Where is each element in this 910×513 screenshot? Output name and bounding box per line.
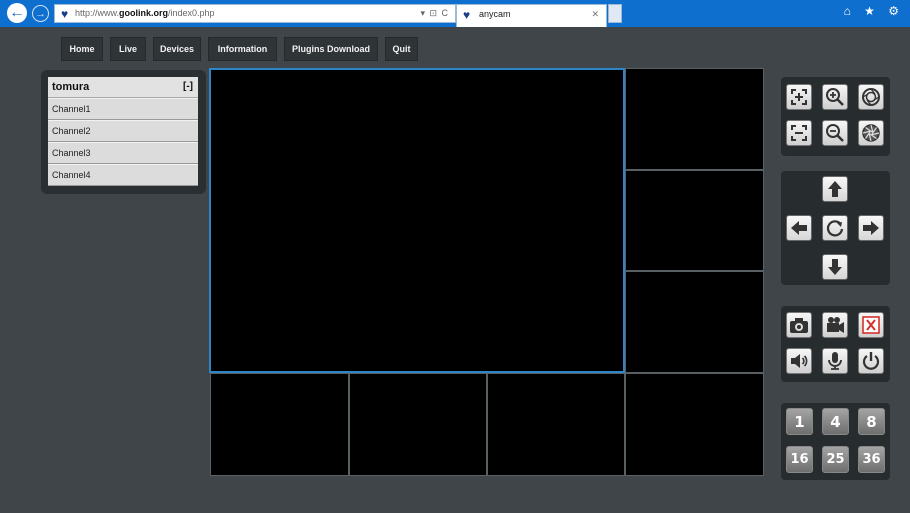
zoom-out-button[interactable] xyxy=(822,120,848,146)
microphone-icon xyxy=(828,352,842,370)
device-header[interactable]: tomura [-] xyxy=(48,77,198,98)
layout-8-button[interactable]: 8 xyxy=(858,408,885,435)
power-button[interactable] xyxy=(858,348,884,374)
channel-item-2[interactable]: Channel2 xyxy=(48,120,198,142)
video-camera-icon xyxy=(827,317,844,333)
video-viewport-5[interactable] xyxy=(210,373,349,476)
address-url: http://www.goolink.org/index0.php xyxy=(75,8,215,18)
zoom-out-icon xyxy=(826,124,844,142)
address-controls[interactable]: ▾ ⊡ C xyxy=(420,5,449,22)
up-arrow-icon xyxy=(828,181,842,197)
speaker-icon xyxy=(791,354,808,368)
tab-favicon-icon: ♥ xyxy=(463,8,471,22)
video-viewport-8[interactable] xyxy=(625,373,764,476)
layout-25-button[interactable]: 25 xyxy=(822,446,849,473)
browser-tools-icons[interactable]: ⌂ ★ ⚙ xyxy=(844,4,904,18)
ptz-reset-button[interactable] xyxy=(822,215,848,241)
focus-minus-button[interactable] xyxy=(786,120,812,146)
browser-toolbar: ← → ♥ http://www.goolink.org/index0.php … xyxy=(0,0,910,27)
browser-tab[interactable]: ♥ anycam ✕ xyxy=(456,4,607,27)
pan-right-button[interactable] xyxy=(858,215,884,241)
lens-control-panel xyxy=(781,77,890,156)
camera-icon xyxy=(790,318,808,333)
zoom-in-button[interactable] xyxy=(822,84,848,110)
menu-devices-button[interactable]: Devices xyxy=(153,37,201,61)
right-arrow-icon xyxy=(863,221,879,235)
menu-quit-button[interactable]: Quit xyxy=(385,37,418,61)
forward-arrow-icon: → xyxy=(35,7,46,20)
pan-left-button[interactable] xyxy=(786,215,812,241)
talk-button[interactable] xyxy=(822,348,848,374)
layout-1-button[interactable]: 1 xyxy=(786,408,813,435)
focus-plus-icon xyxy=(791,89,807,105)
video-viewport-4[interactable] xyxy=(625,271,764,373)
new-tab-button[interactable] xyxy=(608,4,622,23)
video-viewport-7[interactable] xyxy=(487,373,625,476)
close-video-button[interactable] xyxy=(858,312,884,338)
device-name: tomura xyxy=(52,81,90,93)
menu-plugins-download-button[interactable]: Plugins Download xyxy=(284,37,378,61)
device-tree: tomura [-] Channel1 Channel2 Channel3 Ch… xyxy=(48,77,198,186)
menu-live-button[interactable]: Live xyxy=(110,37,146,61)
channel-item-3[interactable]: Channel3 xyxy=(48,142,198,164)
down-arrow-icon xyxy=(828,259,842,275)
audio-button[interactable] xyxy=(786,348,812,374)
back-arrow-icon: ← xyxy=(9,4,25,21)
focus-minus-icon xyxy=(791,125,807,141)
iris-close-button[interactable] xyxy=(858,120,884,146)
media-control-panel xyxy=(781,306,890,382)
record-button[interactable] xyxy=(822,312,848,338)
focus-plus-button[interactable] xyxy=(786,84,812,110)
layout-36-button[interactable]: 36 xyxy=(858,446,885,473)
snapshot-button[interactable] xyxy=(786,312,812,338)
video-viewport-2[interactable] xyxy=(625,68,764,170)
refresh-icon xyxy=(826,220,844,237)
video-viewport-3[interactable] xyxy=(625,170,764,271)
site-favicon-icon: ♥ xyxy=(61,7,69,21)
layout-panel: 1 4 8 16 25 36 xyxy=(781,403,890,480)
main-menu: Home Live Devices Information Plugins Do… xyxy=(61,37,425,61)
video-viewport-6[interactable] xyxy=(349,373,487,476)
channel-item-1[interactable]: Channel1 xyxy=(48,98,198,120)
back-button[interactable]: ← xyxy=(7,3,27,23)
forward-button[interactable]: → xyxy=(32,5,49,22)
zoom-in-icon xyxy=(826,88,844,106)
iris-open-icon xyxy=(862,88,880,106)
tab-title: anycam xyxy=(479,9,511,19)
close-video-icon xyxy=(862,316,880,334)
tilt-up-button[interactable] xyxy=(822,176,848,202)
ptz-control-panel xyxy=(781,171,890,285)
channel-item-4[interactable]: Channel4 xyxy=(48,164,198,186)
menu-home-button[interactable]: Home xyxy=(61,37,103,61)
iris-open-button[interactable] xyxy=(858,84,884,110)
address-bar[interactable]: ♥ http://www.goolink.org/index0.php ▾ ⊡ … xyxy=(54,4,456,23)
iris-close-icon xyxy=(862,124,880,142)
tab-close-icon[interactable]: ✕ xyxy=(591,5,599,24)
left-arrow-icon xyxy=(791,221,807,235)
layout-16-button[interactable]: 16 xyxy=(786,446,813,473)
video-viewport-main[interactable] xyxy=(209,68,625,373)
collapse-toggle[interactable]: [-] xyxy=(183,81,193,92)
power-icon xyxy=(862,352,880,370)
menu-information-button[interactable]: Information xyxy=(208,37,277,61)
layout-4-button[interactable]: 4 xyxy=(822,408,849,435)
tilt-down-button[interactable] xyxy=(822,254,848,280)
